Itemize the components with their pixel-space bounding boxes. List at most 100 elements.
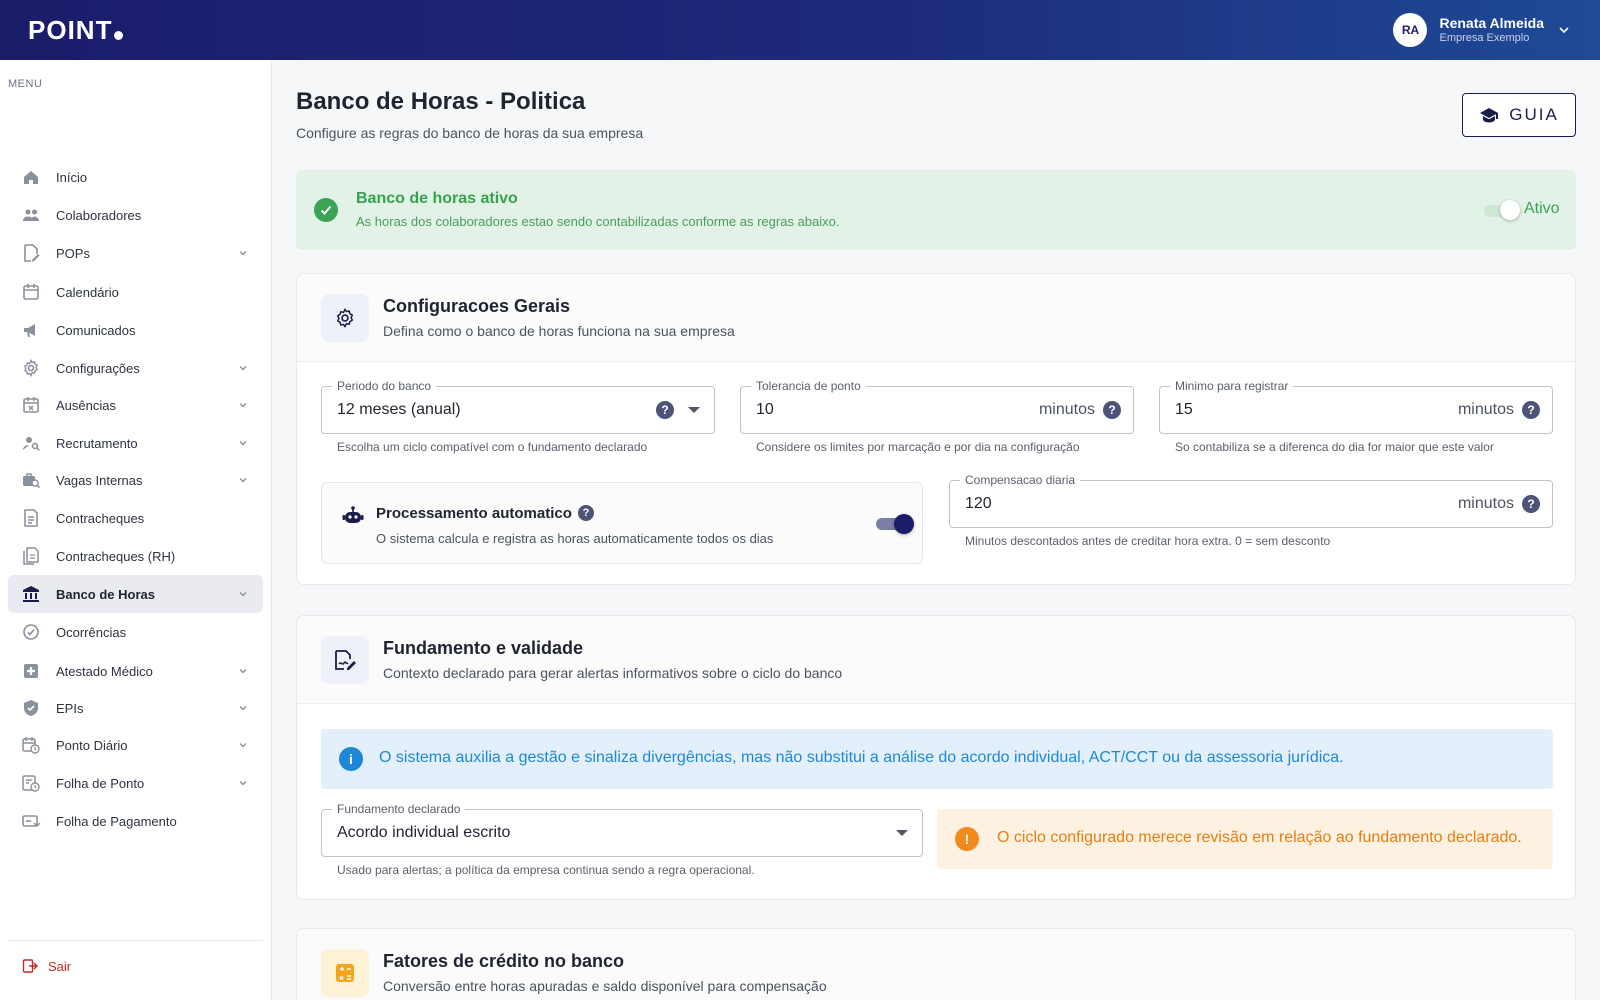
- sidebar-item-recrutamento[interactable]: Recrutamento: [8, 424, 263, 462]
- receipt-multiple-icon: [22, 547, 40, 565]
- sidebar-item-ocorrencias[interactable]: Ocorrências: [8, 613, 263, 651]
- status-title: Banco de horas ativo: [356, 190, 518, 207]
- sidebar-item-inicio[interactable]: Início: [8, 158, 263, 196]
- logo[interactable]: POINT: [28, 14, 124, 46]
- guide-label: GUIA: [1509, 105, 1559, 124]
- field-unit: minutos: [1457, 495, 1514, 512]
- status-card: Banco de horas ativo As horas dos colabo…: [296, 170, 1576, 250]
- help-icon[interactable]: ?: [656, 401, 674, 419]
- chevron-down-icon[interactable]: [237, 665, 249, 677]
- field-value: 10: [756, 401, 774, 418]
- sidebar-item-label: Contracheques: [56, 510, 145, 526]
- sidebar-item-folha-de-pagamento[interactable]: Folha de Pagamento: [8, 802, 263, 840]
- auto-processing-toggle[interactable]: [874, 513, 914, 535]
- minimum-input[interactable]: Minimo para registrar 15 minutos ?: [1159, 379, 1553, 434]
- help-icon[interactable]: ?: [1522, 495, 1540, 513]
- sidebar-item-banco-de-horas[interactable]: Banco de Horas: [8, 575, 263, 613]
- page-subtitle: Configure as regras do banco de horas da…: [296, 125, 644, 141]
- sidebar-item-ausencias[interactable]: Ausências: [8, 386, 263, 424]
- menu-label: MENU: [8, 78, 43, 90]
- robot-icon: [342, 506, 364, 523]
- warning-text: O ciclo configurado merece revisão em re…: [997, 829, 1522, 846]
- home-icon: [22, 168, 40, 186]
- warning-icon: !: [955, 827, 979, 851]
- sidebar-item-pops[interactable]: POPs: [8, 234, 263, 272]
- field-value: Acordo individual escrito: [337, 824, 511, 841]
- auto-processing-box: Processamento automatico ? O sistema cal…: [321, 482, 923, 564]
- basis-card: Fundamento e validade Contexto declarado…: [296, 615, 1576, 900]
- period-select[interactable]: Periodo do banco 12 meses (anual) ?: [321, 379, 715, 434]
- user-menu[interactable]: RA Renata Almeida Empresa Exemplo: [1393, 13, 1572, 47]
- declared-basis-select[interactable]: Fundamento declarado Acordo individual e…: [321, 802, 923, 857]
- check-circle-icon: [314, 198, 338, 222]
- field-label: Tolerancia de ponto: [751, 379, 866, 393]
- chevron-down-icon[interactable]: [1556, 22, 1572, 38]
- calendar-icon: [22, 283, 40, 301]
- sidebar-item-colaboradores[interactable]: Colaboradores: [8, 196, 263, 234]
- chevron-down-icon[interactable]: [237, 437, 249, 449]
- tolerance-input[interactable]: Tolerancia de ponto 10 minutos ?: [740, 379, 1134, 434]
- help-icon[interactable]: ?: [578, 505, 594, 521]
- status-toggle[interactable]: [1482, 200, 1520, 220]
- bank-icon: [22, 585, 40, 603]
- chevron-down-icon[interactable]: [237, 588, 249, 600]
- card-subtitle: Contexto declarado para gerar alertas in…: [383, 665, 843, 681]
- compensation-input[interactable]: Compensacao diaria 120 minutos ?: [949, 473, 1553, 528]
- logout-label: Sair: [48, 958, 72, 974]
- logout-button[interactable]: Sair: [22, 958, 71, 974]
- field-hint: Escolha um ciclo compatível com o fundam…: [337, 440, 648, 454]
- sidebar-item-label: Início: [56, 169, 88, 185]
- sidebar-item-label: Banco de Horas: [56, 586, 155, 602]
- sidebar-item-label: Folha de Pagamento: [56, 813, 177, 829]
- chevron-down-icon[interactable]: [237, 702, 249, 714]
- sidebar-item-calendario[interactable]: Calendário: [8, 273, 263, 311]
- avatar: RA: [1393, 13, 1428, 47]
- gear-icon: [22, 359, 40, 377]
- sidebar-item-contracheques[interactable]: Contracheques: [8, 499, 263, 537]
- top-bar: POINT RA Renata Almeida Empresa Exemplo: [0, 0, 1600, 60]
- chevron-down-icon[interactable]: [237, 247, 249, 259]
- field-hint: Minutos descontados antes de creditar ho…: [965, 534, 1331, 548]
- sidebar-item-label: POPs: [56, 245, 90, 261]
- chevron-down-icon[interactable]: [237, 739, 249, 751]
- toggle-knob: [1500, 200, 1520, 220]
- contract-sign-icon: [321, 636, 369, 684]
- check-circle-icon: [22, 623, 40, 641]
- card-header: Configuracoes Gerais Defina como o banco…: [297, 274, 1575, 362]
- sidebar-item-folha-de-ponto[interactable]: Folha de Ponto: [8, 764, 263, 802]
- guide-button[interactable]: GUIA: [1462, 93, 1576, 137]
- sidebar-item-epis[interactable]: EPIs: [8, 689, 263, 727]
- sidebar-item-contracheques-rh[interactable]: Contracheques (RH): [8, 537, 263, 575]
- logo-text: POINT: [28, 14, 113, 45]
- sidebar-item-configuracoes[interactable]: Configurações: [8, 349, 263, 387]
- sidebar-item-comunicados[interactable]: Comunicados: [8, 311, 263, 349]
- payment-icon: [22, 812, 40, 830]
- logo-dot: [114, 30, 124, 40]
- auto-processing-title: Processamento automatico: [376, 505, 572, 522]
- timesheet-icon: [22, 774, 40, 792]
- sidebar-item-atestado-medico[interactable]: Atestado Médico: [8, 652, 263, 690]
- logout-icon: [22, 959, 38, 973]
- credit-factors-card: Fatores de crédito no banco Conversão en…: [296, 928, 1576, 1000]
- chevron-down-icon[interactable]: [237, 399, 249, 411]
- field-hint: Usado para alertas; a política da empres…: [337, 863, 755, 877]
- help-icon[interactable]: ?: [1522, 401, 1540, 419]
- card-subtitle: Conversão entre horas apuradas e saldo d…: [383, 978, 827, 994]
- sidebar-item-label: Ausências: [56, 397, 116, 413]
- document-edit-icon: [22, 244, 40, 262]
- chevron-down-icon[interactable]: [237, 474, 249, 486]
- person-search-icon: [22, 434, 40, 452]
- help-icon[interactable]: ?: [1103, 401, 1121, 419]
- sidebar-item-label: Contracheques (RH): [56, 548, 176, 564]
- sidebar: MENU Início Colaboradores POPs Calendário Co…: [0, 60, 272, 1000]
- job-search-icon: [22, 471, 40, 489]
- dropdown-caret-icon: [896, 830, 908, 836]
- sidebar-item-ponto-diario[interactable]: Ponto Diário: [8, 726, 263, 764]
- card-title: Fatores de crédito no banco: [383, 951, 625, 971]
- dropdown-caret-icon: [688, 407, 700, 413]
- receipt-icon: [22, 509, 40, 527]
- chevron-down-icon[interactable]: [237, 362, 249, 374]
- sidebar-item-vagas-internas[interactable]: Vagas Internas: [8, 461, 263, 499]
- chevron-down-icon[interactable]: [237, 777, 249, 789]
- sidebar-item-label: Folha de Ponto: [56, 775, 145, 791]
